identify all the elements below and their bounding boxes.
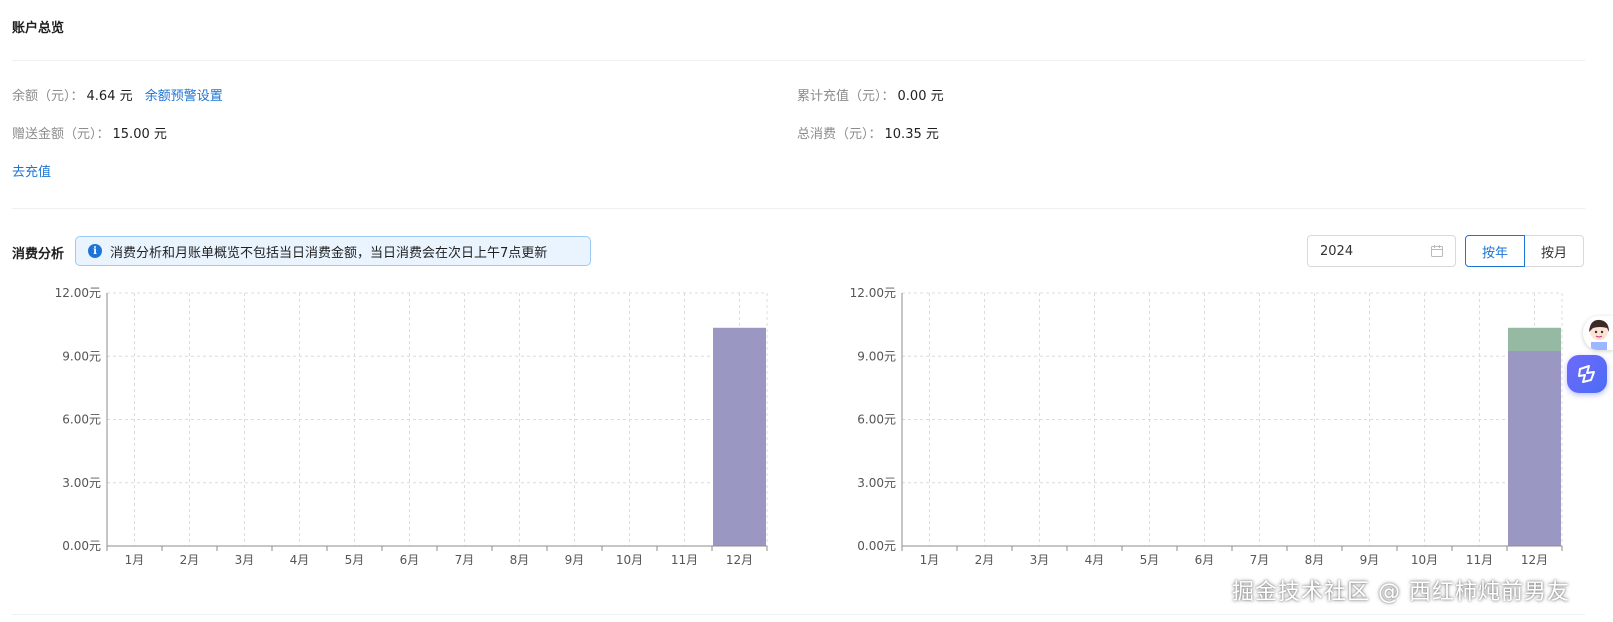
yearly-spend-chart: 0.00元 3.00元 6.00元 9.00元 12.00元 1月 2月 3月 4月 5月 6月 7月… [0, 283, 785, 577]
overview-title: 账户总览 [12, 21, 65, 36]
notice-banner: i 消费分析和月账单概览不包括当日消费金额，当日消费会在次日上午7点更新 [75, 236, 591, 266]
watermark: 掘金技术社区 @ 西红柿炖前男友 [1232, 580, 1570, 605]
x-tick-label: 1月 [125, 553, 145, 567]
x-tick-label: 3月 [235, 553, 255, 567]
x-tick-label: 3月 [1030, 553, 1050, 567]
calendar-icon [1431, 245, 1443, 257]
x-tick-label: 11月 [1466, 553, 1493, 567]
bar [1508, 327, 1561, 351]
by-year-button[interactable]: 按年 [1465, 235, 1525, 267]
avatar[interactable] [1583, 316, 1613, 350]
x-tick-label: 9月 [1360, 553, 1380, 567]
x-tick-label: 4月 [290, 553, 310, 567]
sparkle-icon [1578, 365, 1595, 383]
balance-label: 余额（元）： [12, 89, 84, 104]
y-tick-label: 3.00元 [857, 476, 896, 490]
gift-row: 赠送金额（元）： 15.00 元 [12, 126, 167, 144]
by-month-button[interactable]: 按月 [1524, 235, 1584, 267]
analysis-divider [12, 208, 1585, 209]
y-tick-label: 9.00元 [62, 349, 101, 363]
recharge-link[interactable]: 去充值 [12, 165, 51, 180]
x-tick-label: 7月 [455, 553, 475, 567]
notice-text: 消费分析和月账单概览不包括当日消费金额，当日消费会在次日上午7点更新 [110, 245, 548, 261]
chart-svg: 0.00元 3.00元 6.00元 9.00元 12.00元 1月 2月 3月 4月 5月 6月 7月… [850, 286, 1563, 567]
x-tick-label: 2月 [975, 553, 995, 567]
bar [713, 327, 766, 546]
y-tick-label: 0.00元 [62, 539, 101, 553]
total-spend-row: 总消费（元）： 10.35 元 [797, 126, 939, 144]
x-tick-label: 10月 [1411, 553, 1438, 567]
x-tick-label: 8月 [510, 553, 530, 567]
year-picker-value: 2024 [1320, 243, 1354, 259]
y-tick-label: 3.00元 [62, 476, 101, 490]
y-tick-label: 12.00元 [850, 286, 896, 300]
x-tick-label: 6月 [400, 553, 420, 567]
balance-row: 余额（元）： 4.64 元 余额预警设置 [12, 88, 223, 106]
x-tick-label: 4月 [1085, 553, 1105, 567]
overview-divider [12, 60, 1585, 61]
x-tick-label: 10月 [616, 553, 643, 567]
x-tick-label: 8月 [1305, 553, 1325, 567]
total-spend-label: 总消费（元）： [797, 127, 882, 142]
avatar-face-icon [1589, 319, 1609, 350]
total-recharge-row: 累计充值（元）： 0.00 元 [797, 88, 944, 106]
x-tick-label: 5月 [1140, 553, 1160, 567]
gift-label: 赠送金额（元）： [12, 127, 110, 142]
gift-value: 15.00 元 [112, 127, 167, 142]
chart-svg: 0.00元 3.00元 6.00元 9.00元 12.00元 1月 2月 3月 4月 5月 6月 7月… [55, 286, 768, 567]
analysis-title: 消费分析 [12, 247, 65, 262]
x-tick-label: 5月 [345, 553, 365, 567]
x-tick-label: 12月 [726, 553, 753, 567]
x-tick-label: 7月 [1250, 553, 1270, 567]
billing-page: 账户总览 余额（元）： 4.64 元 余额预警设置 赠送金额（元）： 15.00 元… [0, 0, 1613, 622]
x-tick-label: 9月 [565, 553, 585, 567]
yearly-spend-breakdown-chart: 0.00元 3.00元 6.00元 9.00元 12.00元 1月 2月 3月 4月 5月 6月 7月… [795, 283, 1580, 577]
ai-assistant-button[interactable] [1567, 355, 1607, 393]
x-tick-label: 6月 [1195, 553, 1215, 567]
bottom-divider [12, 614, 1585, 615]
y-tick-label: 6.00元 [62, 413, 101, 427]
year-picker[interactable]: 2024 [1307, 235, 1456, 267]
balance-alert-link[interactable]: 余额预警设置 [145, 89, 223, 104]
balance-value: 4.64 元 [86, 89, 133, 104]
x-tick-label: 2月 [180, 553, 200, 567]
y-tick-label: 12.00元 [55, 286, 101, 300]
total-recharge-value: 0.00 元 [897, 89, 944, 104]
y-tick-label: 6.00元 [857, 413, 896, 427]
x-tick-label: 11月 [671, 553, 698, 567]
recharge-row: 去充值 [12, 164, 51, 182]
y-tick-label: 0.00元 [857, 539, 896, 553]
x-tick-label: 1月 [920, 553, 940, 567]
info-icon: i [88, 244, 102, 258]
bar [1508, 350, 1561, 546]
x-tick-label: 12月 [1521, 553, 1548, 567]
total-recharge-label: 累计充值（元）： [797, 89, 895, 104]
y-tick-label: 9.00元 [857, 349, 896, 363]
total-spend-value: 10.35 元 [884, 127, 939, 142]
